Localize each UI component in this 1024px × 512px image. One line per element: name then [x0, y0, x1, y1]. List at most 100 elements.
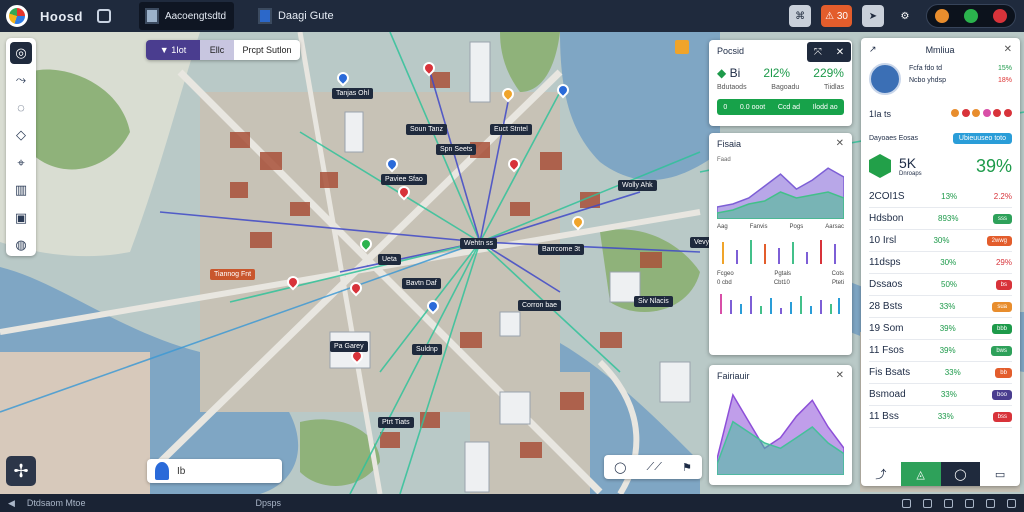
add-button[interactable]: ✢ — [6, 456, 36, 486]
compass-icon[interactable]: ◎ — [10, 42, 32, 64]
map-label[interactable]: Bavtn Daf — [402, 278, 441, 289]
map-label[interactable]: Tanjas Ohl — [332, 88, 374, 99]
filter-chip[interactable]: Ellc — [200, 40, 234, 60]
map-label[interactable]: Paviee Sfao — [381, 174, 427, 185]
app-logo — [6, 5, 28, 27]
tab-map[interactable]: Aacoengtsdtd — [138, 2, 234, 30]
map-label[interactable]: Spn Seets — [436, 144, 477, 155]
list-item[interactable]: 10 Irsl 30% 2wwg — [869, 230, 1012, 252]
share-icon[interactable]: ➤ — [862, 5, 884, 27]
window-icon[interactable] — [96, 9, 111, 23]
status-text: Dtdsaom Mtoe — [26, 498, 86, 508]
status-dot-red — [993, 9, 1008, 23]
layers-icon[interactable] — [923, 498, 932, 508]
status-badge[interactable]: sss — [993, 213, 1012, 224]
save-icon[interactable]: ▭ — [980, 462, 1020, 486]
panel-title: Fisaia — [717, 138, 742, 149]
grid-icon[interactable] — [965, 498, 974, 508]
flag-tool-icon[interactable]: ⚑ — [682, 461, 692, 474]
target-icon[interactable]: ◌ — [10, 97, 32, 119]
list-item[interactable]: Bsmoad 33% boo — [869, 384, 1012, 406]
location-search[interactable]: Ib — [147, 459, 282, 483]
close-icon[interactable]: ✕ — [836, 47, 844, 58]
map-label[interactable]: Ueta — [378, 254, 401, 265]
shield-icon[interactable]: ◍ — [10, 235, 32, 257]
layer-toggle-icon[interactable] — [675, 40, 689, 54]
bar-chart[interactable] — [717, 230, 844, 266]
route-icon[interactable]: ⤳ — [10, 70, 32, 92]
back-icon[interactable]: ◀ — [8, 498, 15, 509]
map-label[interactable]: Euct Stntel — [490, 124, 532, 135]
filter-dropdown[interactable]: ▼ 1Iot — [146, 40, 200, 60]
spike-chart[interactable] — [717, 286, 844, 316]
list-item[interactable]: Dssaos 50% bs — [869, 274, 1012, 296]
expand-icon[interactable]: ⤧ — [814, 47, 822, 58]
map-label[interactable]: Tiannog Fnt — [210, 269, 256, 280]
user-stat-value: 15% — [997, 65, 1012, 72]
list-item[interactable]: 11 Fsos 39% bws — [869, 340, 1012, 362]
panel-title: Mmliua — [925, 44, 955, 55]
route-icon[interactable]: ⤴ — [861, 462, 901, 486]
status-badge[interactable]: bbb — [991, 323, 1012, 334]
settings-icon[interactable]: ⚙ — [894, 5, 916, 27]
list-item[interactable]: 2COI1S 13% 2.2% — [869, 186, 1012, 208]
tab-thumb-icon — [144, 8, 159, 24]
status-badge[interactable]: 2wwg — [986, 235, 1012, 246]
map-icon[interactable] — [944, 498, 953, 508]
section-button[interactable]: Ubieuuseo toto — [952, 133, 1012, 144]
status-badge[interactable]: bs — [995, 279, 1012, 290]
list-item[interactable]: 11dsps 30% 29% — [869, 252, 1012, 274]
location-icon[interactable]: ⌖ — [10, 152, 32, 174]
list-item[interactable]: 28 Bsts 33% sua — [869, 296, 1012, 318]
close-icon[interactable]: ✕ — [836, 138, 844, 149]
row-value: 33% — [939, 302, 956, 311]
list-item[interactable]: Fis Bsats 33% bb — [869, 362, 1012, 384]
list-item[interactable]: 11 Bss 33% bss — [869, 406, 1012, 428]
map-label[interactable]: Suldnp — [412, 344, 442, 355]
map-label[interactable]: Wehtn ss — [460, 238, 498, 249]
user-icon[interactable] — [1007, 498, 1016, 508]
cursor-icon[interactable]: ↗ — [869, 44, 877, 55]
building-icon[interactable]: ▥ — [10, 180, 32, 202]
avatar[interactable] — [869, 63, 901, 95]
status-badge[interactable]: sua — [992, 301, 1012, 312]
status-badge[interactable]: bb — [995, 367, 1012, 378]
measure-tool-icon[interactable]: ⟋⟋ — [647, 461, 662, 474]
status-indicators[interactable] — [926, 4, 1016, 28]
kpi-value: 229% — [813, 66, 844, 80]
map-label[interactable]: Barrcome 3t — [538, 244, 585, 255]
circle-tool-icon[interactable]: ◯ — [614, 461, 626, 474]
wave-chart[interactable] — [716, 387, 845, 476]
map-label[interactable]: Corron bae — [518, 300, 562, 311]
panel-actions[interactable]: ⤧ ✕ — [807, 42, 851, 62]
list-item[interactable]: Hdsbon 893% sss — [869, 208, 1012, 230]
tab-dashboard[interactable]: Daagi Gute — [257, 8, 334, 24]
status-badge[interactable]: boo — [991, 389, 1012, 400]
row-label: 28 Bsts — [869, 301, 903, 312]
image-icon[interactable]: ▣ — [10, 207, 32, 229]
filter-search[interactable]: Prcpt Sutlon — [234, 40, 300, 60]
map-label[interactable]: Pa Garey — [330, 341, 368, 352]
close-icon[interactable]: ✕ — [836, 370, 844, 381]
drop-icon[interactable]: ◬ — [900, 462, 941, 486]
row-label: 11 Bss — [869, 411, 899, 422]
list-item[interactable]: 19 Som 39% bbb — [869, 318, 1012, 340]
kpi-summary-bar[interactable]: 0 0.0 ooot Ccd ad Ilodd ao — [717, 99, 844, 115]
grid-icon[interactable]: ⌘ — [789, 5, 812, 27]
map-label[interactable]: Ptrt Tiats — [378, 417, 414, 428]
status-badge[interactable]: bws — [991, 345, 1012, 356]
chart-icon[interactable] — [986, 498, 995, 508]
tool-rail: ◎ ⤳ ◌ ◇ ⌖ ▥ ▣ ◍ — [6, 38, 36, 256]
section-label: Dayoaes Eosas — [869, 135, 919, 142]
layers-icon[interactable]: ◇ — [10, 125, 32, 147]
map-label[interactable]: Siv Nlacis — [634, 296, 673, 307]
map-label[interactable]: Soun Tanz — [406, 124, 447, 135]
circle-icon[interactable]: ◯ — [940, 462, 981, 486]
status-badge[interactable]: bss — [992, 411, 1012, 422]
close-icon[interactable]: ✕ — [1004, 44, 1012, 55]
alert-button[interactable]: ⚠ 30 — [821, 5, 852, 27]
area-chart[interactable] — [716, 163, 845, 220]
axis-label: Cots — [831, 271, 844, 277]
settings-icon[interactable] — [902, 498, 911, 508]
map-label[interactable]: Wolly Ahk — [618, 180, 657, 191]
